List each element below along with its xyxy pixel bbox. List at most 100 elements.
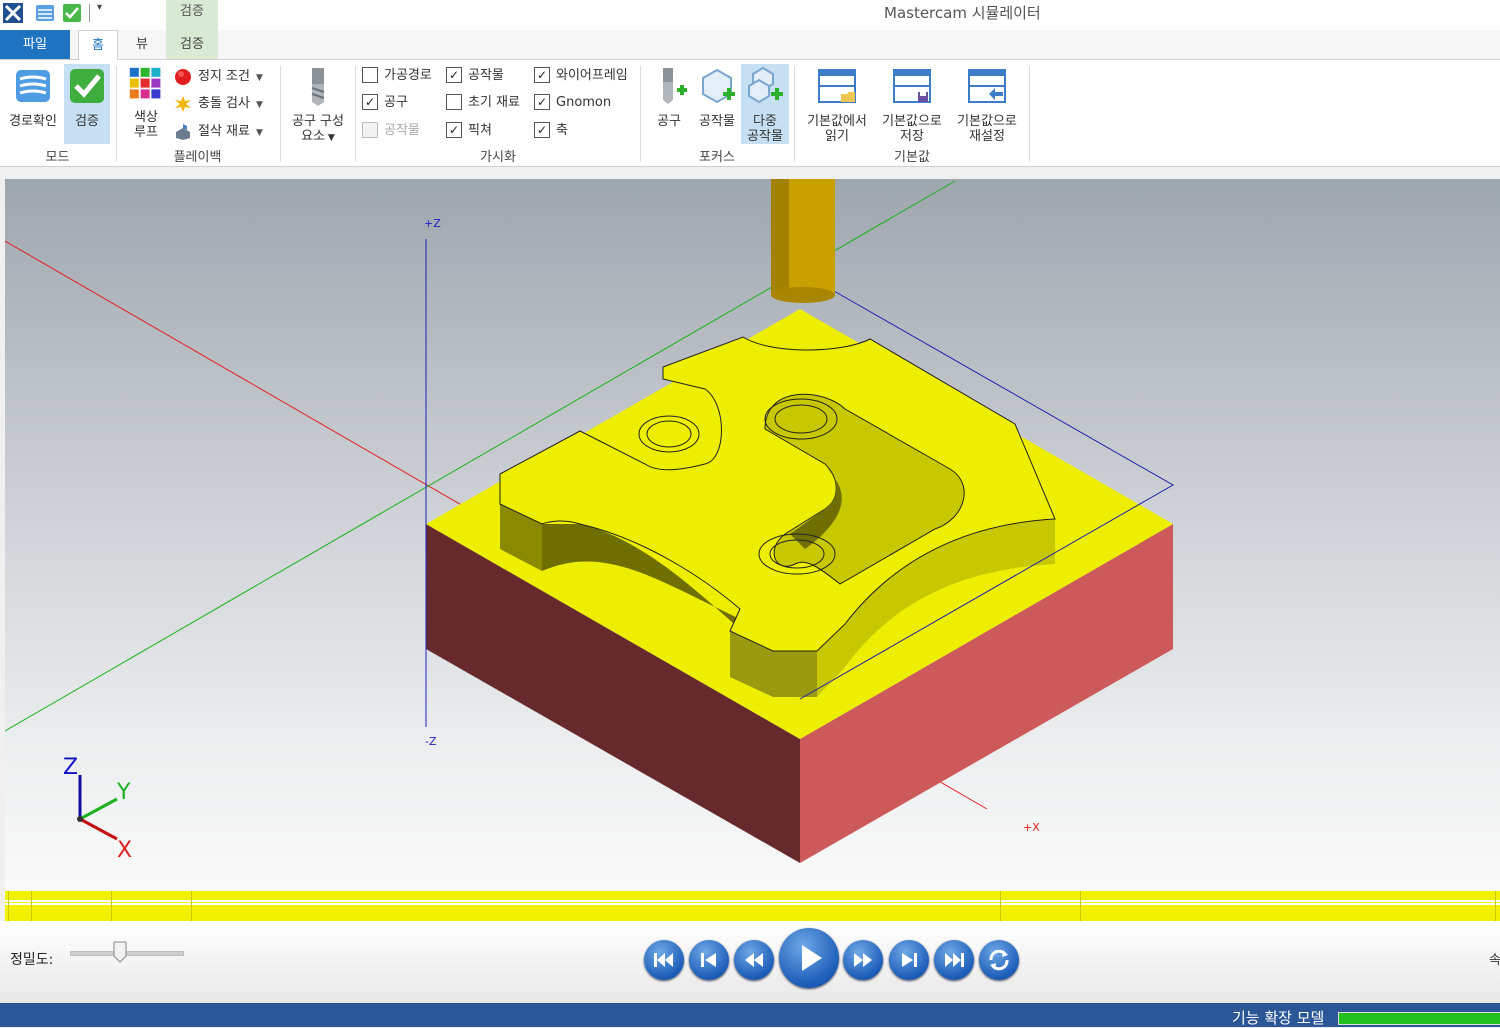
reset-defaults-icon <box>968 69 1006 103</box>
checkbox-gnomon[interactable]: ✓ Gnomon <box>534 93 611 113</box>
focus-multi-workpiece-button[interactable]: 다중 공작물 <box>741 64 789 144</box>
fast-forward-button[interactable] <box>843 940 883 980</box>
timeline-tick <box>1495 891 1496 921</box>
group-separator <box>1029 66 1030 162</box>
stop-conditions-button[interactable]: 정지 조건 ▼ <box>174 66 263 88</box>
playback-toolbar: 정밀도: 속 <box>0 921 1500 1003</box>
reset-defaults-label-1: 기본값으로 <box>957 114 1017 129</box>
checkbox-workpiece-disabled: 공작물 <box>362 121 420 141</box>
focus-workpiece-button[interactable]: 공작물 <box>694 64 740 144</box>
timeline-tick <box>1000 891 1001 921</box>
cut-stock-label: 절삭 재료 <box>198 124 250 139</box>
color-grid-icon <box>129 67 161 99</box>
window-title: Mastercam 시뮬레이터 <box>884 4 1041 22</box>
checkbox-box[interactable]: ✓ <box>534 66 550 83</box>
checkbox-workpiece[interactable]: ✓ 공작물 <box>446 66 504 86</box>
save-defaults-label-1: 기본값으로 <box>882 114 942 129</box>
status-bar: 기능 확장 모델 <box>0 1003 1500 1027</box>
load-defaults-label-2: 읽기 <box>825 129 849 144</box>
backplot-quick-icon[interactable] <box>34 2 56 24</box>
focus-multi-label-1: 다중 <box>753 114 777 129</box>
checkbox-box[interactable] <box>446 93 462 110</box>
fast-forward-icon <box>854 953 872 967</box>
save-defaults-button[interactable]: 기본값으로 저장 <box>876 64 948 144</box>
checkbox-box[interactable]: ✓ <box>362 93 378 110</box>
backplot-label: 경로확인 <box>9 114 57 129</box>
group-label-mode: 모드 <box>45 150 70 165</box>
step-back-icon <box>701 953 716 967</box>
focus-tool-button[interactable]: 공구 <box>648 64 690 144</box>
timeline-divider <box>5 903 1500 905</box>
color-loop-label-2: 루프 <box>134 125 158 140</box>
ribbon: 경로확인 검증 모드 색상 루프 정지 조건 ▼ 충돌 검사 ▼ 절삭 재료 ▼ 플레… <box>0 60 1500 167</box>
group-label-defaults: 기본값 <box>894 150 930 165</box>
loop-button[interactable] <box>979 940 1019 980</box>
stop-conditions-label: 정지 조건 <box>198 69 250 84</box>
reset-defaults-button[interactable]: 기본값으로 재설정 <box>950 64 1024 144</box>
load-defaults-label-1: 기본값에서 <box>807 114 867 129</box>
next-step-button[interactable] <box>889 940 929 980</box>
go-to-end-button[interactable] <box>934 940 974 980</box>
checkbox-tool[interactable]: ✓ 공구 <box>362 93 408 113</box>
stop-sign-icon <box>175 68 191 85</box>
status-text: 기능 확장 모델 <box>1232 1009 1325 1027</box>
operation-timeline[interactable] <box>5 891 1500 921</box>
verify-quick-icon[interactable] <box>61 2 83 24</box>
focus-workpiece-label: 공작물 <box>699 114 735 129</box>
status-progress-fill <box>1339 1013 1500 1024</box>
checkbox-box[interactable] <box>362 66 378 83</box>
tab-verify[interactable]: 검증 <box>166 30 218 59</box>
qat-customize-icon[interactable]: ▾ <box>97 2 102 13</box>
previous-step-button[interactable] <box>689 940 729 980</box>
checkbox-box <box>362 121 378 138</box>
gnomon-z-label: Z <box>63 755 78 780</box>
verify-button[interactable]: 검증 <box>64 64 110 144</box>
group-separator <box>280 66 281 162</box>
accuracy-slider-thumb[interactable] <box>113 941 127 963</box>
checkbox-toolpaths[interactable]: 가공경로 <box>362 66 432 86</box>
go-to-start-button[interactable] <box>644 940 684 980</box>
checkbox-box[interactable]: ✓ <box>534 93 550 110</box>
cut-stock-button[interactable]: 절삭 재료 ▼ <box>174 121 263 143</box>
backplot-button[interactable]: 경로확인 <box>4 64 62 144</box>
gnomon: Z Y X <box>63 755 132 863</box>
focus-multi-workpiece-icon <box>748 66 783 104</box>
rewind-icon <box>745 953 763 967</box>
simulation-viewport[interactable]: +Z -Z +X Z Y X <box>5 179 1500 891</box>
focus-tool-label: 공구 <box>657 114 681 129</box>
focus-tool-icon <box>663 68 687 104</box>
timeline-tick <box>111 891 112 921</box>
end-mill-icon <box>311 68 325 106</box>
load-defaults-button[interactable]: 기본값에서 읽기 <box>800 64 874 144</box>
skip-to-end-icon <box>945 953 964 967</box>
group-label-playback: 플레이백 <box>173 150 222 165</box>
checkbox-box[interactable]: ✓ <box>446 121 462 138</box>
status-progress-bar <box>1338 1012 1500 1025</box>
reset-defaults-label-2: 재설정 <box>969 129 1005 144</box>
checkbox-wireframe[interactable]: ✓ 와이어프레임 <box>534 66 628 86</box>
color-loop-button[interactable]: 색상 루프 <box>122 64 170 144</box>
timeline-tick <box>31 891 32 921</box>
tab-view[interactable]: 뷰 <box>124 30 160 59</box>
backplot-icon <box>16 70 50 102</box>
checkbox-initial-stock[interactable]: 초기 재료 <box>446 93 520 113</box>
tab-file[interactable]: 파일 <box>0 30 70 59</box>
save-defaults-icon <box>893 69 931 103</box>
load-defaults-icon <box>818 69 856 103</box>
tool-shade <box>771 179 789 295</box>
rewind-button[interactable] <box>734 940 774 980</box>
tool-components-button[interactable]: 공구 구성 요소 ▼ <box>286 64 350 144</box>
step-forward-icon <box>902 953 917 967</box>
tab-home[interactable]: 홈 <box>78 30 118 61</box>
group-label-visibility: 가시화 <box>480 150 516 165</box>
play-button[interactable] <box>779 928 839 988</box>
collision-check-button[interactable]: 충돌 검사 ▼ <box>174 93 263 115</box>
loop-icon <box>989 949 1009 971</box>
checkbox-box[interactable]: ✓ <box>446 66 462 83</box>
checkbox-axes[interactable]: ✓ 축 <box>534 121 568 141</box>
axis-label-plus-x: +X <box>1023 821 1040 834</box>
checkbox-box[interactable]: ✓ <box>534 121 550 138</box>
mastercam-logo-icon[interactable] <box>2 2 24 24</box>
scene-canvas[interactable]: +Z -Z +X Z Y X <box>5 179 1500 891</box>
checkbox-fixture[interactable]: ✓ 픽쳐 <box>446 121 492 141</box>
